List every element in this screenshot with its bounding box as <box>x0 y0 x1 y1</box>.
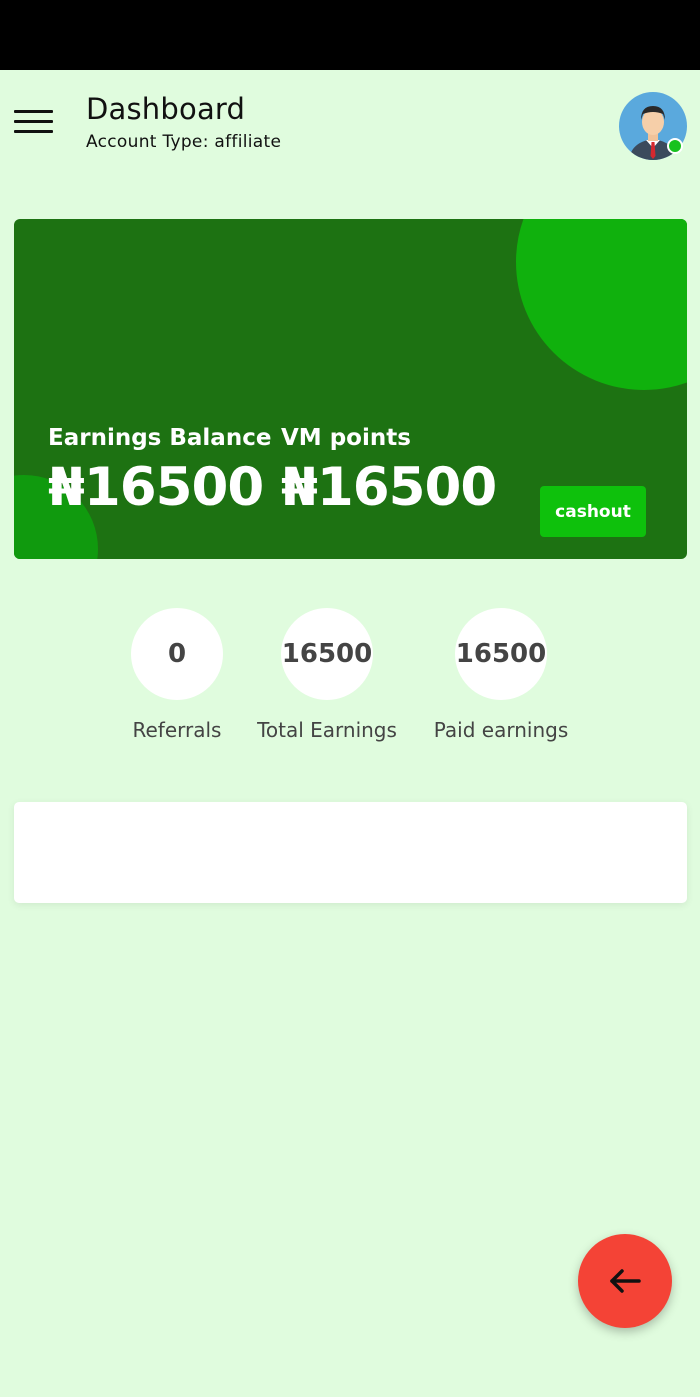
page-title: Dashboard <box>86 92 246 126</box>
balance-card: Earnings Balance ₦16500 VM points ₦16500… <box>14 219 687 559</box>
earnings-balance-value: ₦16500 <box>48 457 264 518</box>
stat-value: 16500 <box>281 608 373 700</box>
back-fab-button[interactable] <box>578 1234 672 1328</box>
vm-points-value: ₦16500 <box>281 457 497 518</box>
vm-points-label: VM points <box>281 425 411 451</box>
arrow-left-icon <box>610 1269 641 1293</box>
hamburger-menu-icon <box>14 110 53 113</box>
online-status-dot <box>667 138 683 154</box>
stat-label: Total Earnings <box>257 718 397 742</box>
status-bar <box>0 0 700 70</box>
content-panel <box>14 802 687 903</box>
menu-button[interactable] <box>14 107 54 137</box>
decorative-circle <box>516 219 687 390</box>
cashout-button[interactable]: cashout <box>540 486 646 537</box>
stat-label: Paid earnings <box>433 718 569 742</box>
stat-paid-earnings: 16500 Paid earnings <box>401 608 601 742</box>
stat-value: 0 <box>131 608 223 700</box>
earnings-balance-label: Earnings Balance <box>48 425 272 451</box>
avatar[interactable] <box>619 92 687 160</box>
stat-value: 16500 <box>455 608 547 700</box>
account-type-text: Account Type: affiliate <box>86 132 282 152</box>
stat-total-earnings: 16500 Total Earnings <box>227 608 427 742</box>
